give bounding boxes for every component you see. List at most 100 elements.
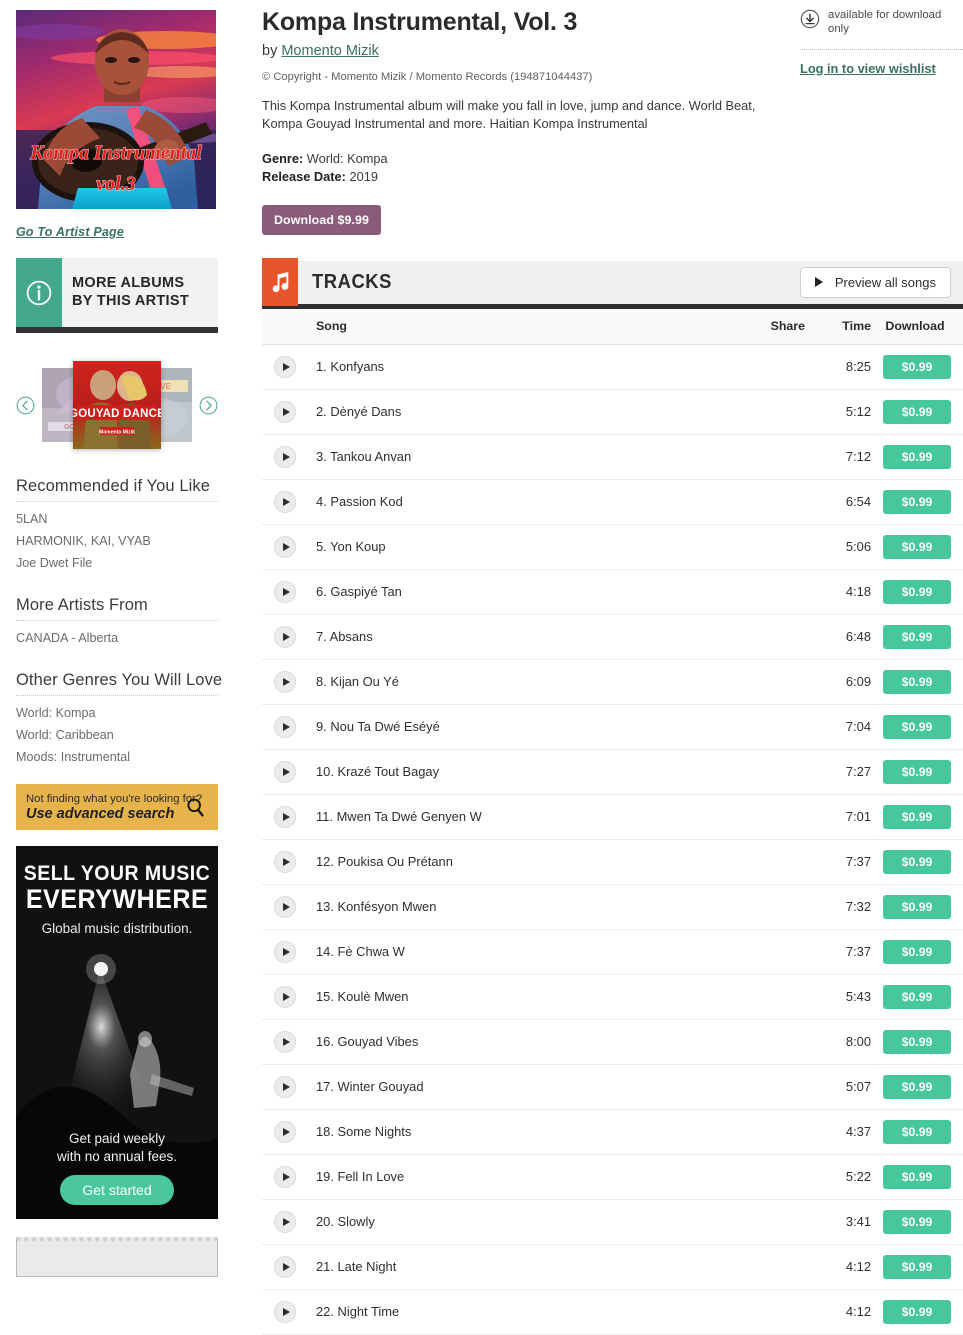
track-download-cell: $0.99: [871, 974, 963, 1020]
track-share-cell[interactable]: [739, 929, 805, 975]
track-share-cell[interactable]: [739, 1019, 805, 1065]
track-price-button[interactable]: $0.99: [883, 939, 951, 964]
track-share-cell[interactable]: [739, 524, 805, 570]
track-price-button[interactable]: $0.99: [883, 1254, 951, 1279]
track-share-cell[interactable]: [739, 434, 805, 480]
preview-all-songs-button[interactable]: Preview all songs: [799, 266, 951, 298]
play-button[interactable]: [274, 1210, 296, 1233]
play-button[interactable]: [274, 1075, 296, 1098]
play-button[interactable]: [274, 1120, 296, 1143]
play-button[interactable]: [274, 1030, 296, 1053]
track-price-button[interactable]: $0.99: [883, 354, 951, 379]
track-share-cell[interactable]: [739, 1289, 805, 1335]
track-title-cell: 6. Gaspiyé Tan: [316, 569, 739, 615]
track-price-button[interactable]: $0.99: [883, 534, 951, 559]
track-share-cell[interactable]: [739, 794, 805, 840]
more-albums-banner[interactable]: MORE ALBUMS BY THIS ARTIST: [16, 258, 218, 333]
track-share-cell[interactable]: [739, 614, 805, 660]
track-time: 6:48: [805, 614, 871, 660]
track-title-cell: 15. Koulè Mwen: [316, 974, 739, 1020]
play-button[interactable]: [274, 445, 296, 468]
login-wishlist-link[interactable]: Log in to view wishlist: [800, 61, 936, 76]
track-price-button[interactable]: $0.99: [883, 579, 951, 604]
advanced-search-banner[interactable]: Not finding what you're looking for? Use…: [16, 784, 218, 830]
promo-banner[interactable]: SELL YOUR MUSIC EVERYWHERE Global music …: [16, 846, 218, 1219]
play-button[interactable]: [274, 985, 296, 1008]
go-to-artist-page-link[interactable]: Go To Artist Page: [16, 225, 124, 239]
track-share-cell[interactable]: [739, 389, 805, 435]
play-button[interactable]: [274, 805, 296, 828]
chevron-right-circle-icon[interactable]: [199, 396, 218, 415]
track-number: 7.: [316, 629, 327, 645]
track-price-button[interactable]: $0.99: [883, 1209, 951, 1234]
recommended-item-0[interactable]: 5LAN: [16, 508, 232, 530]
track-price-button[interactable]: $0.99: [883, 1029, 951, 1054]
track-price-button[interactable]: $0.99: [883, 1299, 951, 1324]
track-price-button[interactable]: $0.99: [883, 624, 951, 649]
recommended-item-1[interactable]: HARMONIK, KAI, VYAB: [16, 530, 232, 552]
play-button[interactable]: [274, 1255, 296, 1278]
play-button[interactable]: [274, 535, 296, 558]
play-button[interactable]: [274, 355, 296, 378]
track-share-cell[interactable]: [739, 1244, 805, 1290]
play-button[interactable]: [274, 760, 296, 783]
artist-link[interactable]: Momento Mizik: [281, 43, 379, 59]
track-price-button[interactable]: $0.99: [883, 984, 951, 1009]
track-price-button[interactable]: $0.99: [883, 1164, 951, 1189]
get-started-button[interactable]: Get started: [60, 1175, 174, 1205]
track-price-button[interactable]: $0.99: [883, 1119, 951, 1144]
track-price-button[interactable]: $0.99: [883, 444, 951, 469]
play-button[interactable]: [274, 580, 296, 603]
play-button[interactable]: [274, 490, 296, 513]
track-price-button[interactable]: $0.99: [883, 849, 951, 874]
promo-title-line2: EVERYWHERE: [25, 884, 209, 914]
track-number: 17.: [316, 1079, 334, 1095]
track-share-cell[interactable]: [739, 749, 805, 795]
track-share-cell[interactable]: [739, 1109, 805, 1155]
genre-item-2[interactable]: Moods: Instrumental: [16, 746, 232, 768]
track-price-button[interactable]: $0.99: [883, 669, 951, 694]
genre-item-0[interactable]: World: Kompa: [16, 702, 232, 724]
play-button[interactable]: [274, 670, 296, 693]
chevron-left-circle-icon[interactable]: [16, 396, 35, 415]
track-share-cell[interactable]: [739, 569, 805, 615]
track-price-button[interactable]: $0.99: [883, 399, 951, 424]
track-share-cell[interactable]: [739, 704, 805, 750]
carousel-cover-center[interactable]: GOUYAD DANCE Momento Mizik: [73, 361, 161, 449]
album-carousel: GOUYAD IN LOVE: [16, 355, 218, 455]
download-album-button[interactable]: Download $9.99: [262, 204, 382, 235]
track-share-cell[interactable]: [739, 974, 805, 1020]
track-share-cell[interactable]: [739, 1199, 805, 1245]
tracks-table-body: 1. Konfyans 8:25 $0.99 2. Dènyé Dans 5:12 $0.…: [262, 344, 963, 1335]
play-button[interactable]: [274, 715, 296, 738]
track-share-cell[interactable]: [739, 1064, 805, 1110]
promo-title-line1: SELL YOUR MUSIC: [23, 862, 211, 885]
play-button[interactable]: [274, 1300, 296, 1323]
track-share-cell[interactable]: [739, 839, 805, 885]
play-button[interactable]: [274, 850, 296, 873]
track-price-button[interactable]: $0.99: [883, 804, 951, 829]
play-button[interactable]: [274, 1165, 296, 1188]
track-share-cell[interactable]: [739, 884, 805, 930]
track-play-cell: [262, 884, 316, 930]
track-price-button[interactable]: $0.99: [883, 894, 951, 919]
track-title: Winter Gouyad: [337, 1079, 424, 1095]
play-button[interactable]: [274, 625, 296, 648]
main-content: available for download only Log in to vi…: [232, 0, 963, 1335]
track-share-cell[interactable]: [739, 1154, 805, 1200]
play-triangle-icon: [282, 767, 290, 776]
track-price-button[interactable]: $0.99: [883, 714, 951, 739]
play-button[interactable]: [274, 895, 296, 918]
play-button[interactable]: [274, 940, 296, 963]
track-price-button[interactable]: $0.99: [883, 489, 951, 514]
genre-item-1[interactable]: World: Caribbean: [16, 724, 232, 746]
track-share-cell[interactable]: [739, 659, 805, 705]
track-share-cell[interactable]: [739, 344, 805, 390]
track-price-button[interactable]: $0.99: [883, 1074, 951, 1099]
more-artists-item-0[interactable]: CANADA - Alberta: [16, 627, 232, 649]
play-button[interactable]: [274, 400, 296, 423]
track-play-cell: [262, 749, 316, 795]
recommended-item-2[interactable]: Joe Dwet File: [16, 552, 232, 574]
track-price-button[interactable]: $0.99: [883, 759, 951, 784]
track-share-cell[interactable]: [739, 479, 805, 525]
